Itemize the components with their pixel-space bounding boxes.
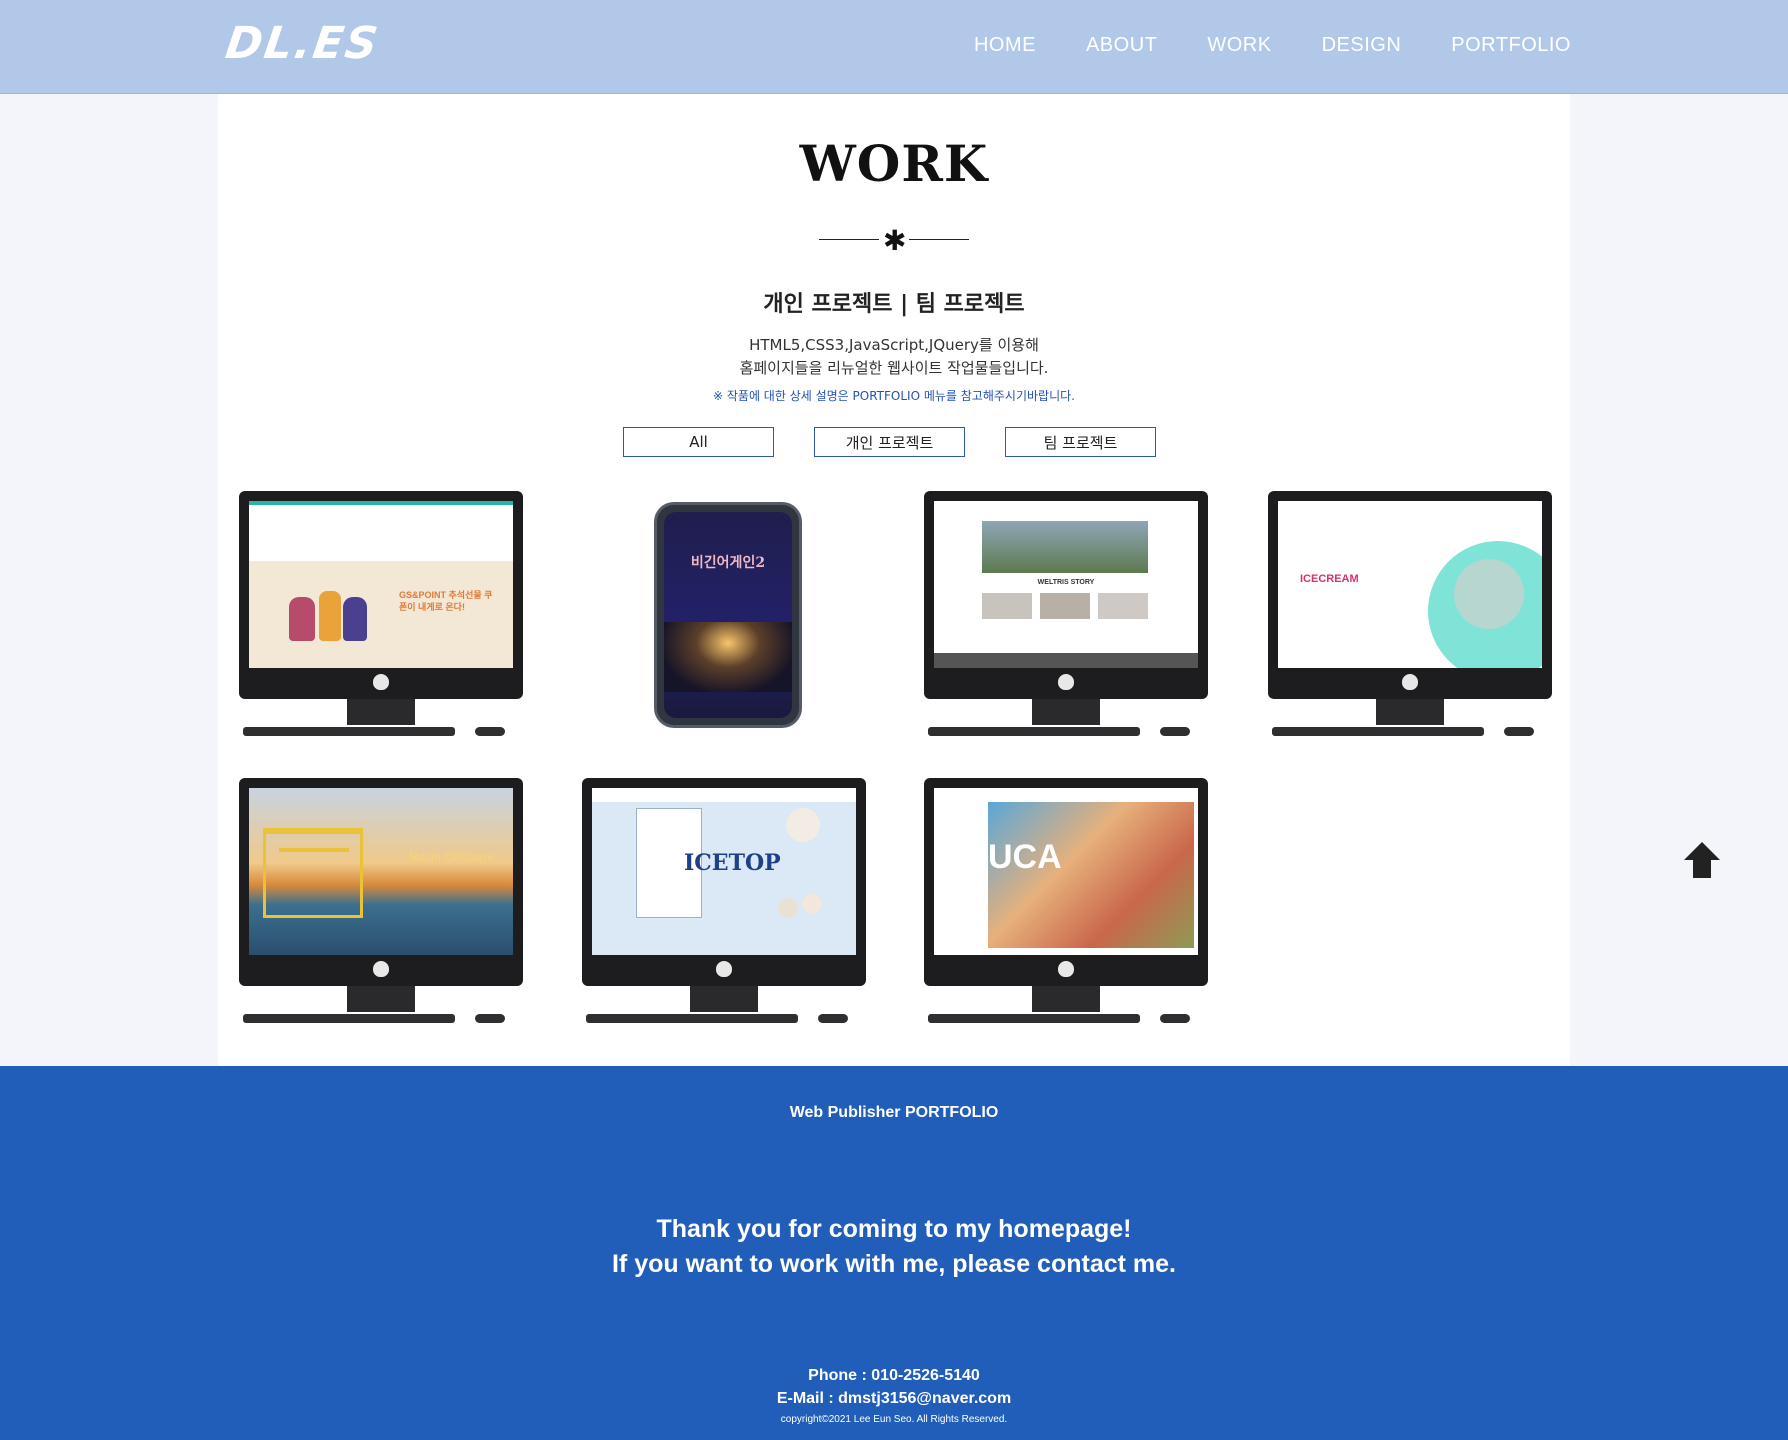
imac-stand	[1032, 986, 1100, 1012]
keyboard	[243, 1014, 455, 1023]
imac-stand	[347, 699, 415, 725]
nav-design[interactable]: DESIGN	[1322, 34, 1402, 57]
apple-logo-icon	[1402, 674, 1418, 690]
footer-message-line-2: If you want to work with me, please cont…	[611, 1250, 1176, 1278]
divider-line-right	[909, 239, 969, 240]
project-card-icecream[interactable]: ICECREAM	[1268, 491, 1552, 741]
project-screen: Marin Offshore	[249, 788, 513, 955]
project-label: GS&POINT 추석선물 쿠폰이 내게로 온다!	[399, 590, 493, 612]
apple-logo-icon	[373, 674, 389, 690]
keyboard	[586, 1014, 798, 1023]
imac-frame: Marin Offshore	[239, 778, 523, 986]
site-header: DL.ES HOME ABOUT WORK DESIGN PORTFOLIO	[0, 0, 1788, 94]
project-card-weltris[interactable]: WELTRIS STORY	[924, 491, 1208, 741]
mouse	[818, 1014, 848, 1023]
apple-logo-icon	[1058, 674, 1074, 690]
portfolio-note: ※ 작품에 대한 상세 설명은 PORTFOLIO 메뉴를 참고해주시기바랍니다…	[713, 389, 1075, 403]
footer-email[interactable]: E-Mail : dmstj3156@naver.com	[0, 1387, 1788, 1410]
project-screen: WELTRIS STORY	[934, 501, 1198, 668]
site-logo[interactable]: DL.ES	[222, 18, 382, 69]
asterisk-icon: ✱	[883, 224, 907, 257]
project-label: Marin Offshore	[409, 850, 495, 864]
filter-personal-button[interactable]: 개인 프로젝트	[814, 427, 965, 457]
mouse	[1160, 727, 1190, 736]
imac-frame: ICETOP	[582, 778, 866, 986]
imac-stand	[347, 986, 415, 1012]
footer-contact: Phone : 010-2526-5140 E-Mail : dmstj3156…	[0, 1364, 1788, 1410]
project-card-gs[interactable]: GS&POINT 추석선물 쿠폰이 내게로 온다!	[239, 491, 523, 741]
filter-buttons: All 개인 프로젝트 팀 프로젝트	[623, 427, 1156, 457]
divider-line-left	[819, 239, 879, 240]
imac-frame: WELTRIS STORY	[924, 491, 1208, 699]
project-label: ICETOP	[684, 850, 781, 876]
project-screen: ICECREAM	[1278, 501, 1542, 668]
footer-message: Thank you for coming to my homepage! If …	[0, 1212, 1788, 1282]
project-card-marin[interactable]: Marin Offshore	[239, 778, 523, 1028]
imac-frame: UCA	[924, 778, 1208, 986]
imac-stand	[1376, 699, 1444, 725]
footer-message-line-1: Thank you for coming to my homepage!	[656, 1215, 1132, 1243]
work-section: WORK ✱ 개인 프로젝트 | 팀 프로젝트 HTML5,CSS3,JavaS…	[218, 94, 1570, 1066]
project-screen: UCA	[934, 788, 1198, 955]
apple-logo-icon	[373, 961, 389, 977]
filter-team-button[interactable]: 팀 프로젝트	[1005, 427, 1156, 457]
project-card-beginagain[interactable]: 비긴어게인2	[654, 502, 802, 728]
section-title: WORK	[799, 134, 989, 193]
mouse	[475, 727, 505, 736]
project-label: WELTRIS STORY	[1037, 579, 1095, 586]
project-card-luca[interactable]: UCA	[924, 778, 1208, 1028]
mouse	[475, 1014, 505, 1023]
filter-all-button[interactable]: All	[623, 427, 774, 457]
apple-logo-icon	[716, 961, 732, 977]
scroll-to-top-button[interactable]	[1680, 838, 1724, 882]
arrow-up-icon	[1684, 842, 1720, 878]
mouse	[1504, 727, 1534, 736]
project-label: 비긴어게인2	[690, 555, 766, 571]
nav-work[interactable]: WORK	[1207, 34, 1271, 57]
section-subtitle: 개인 프로젝트 | 팀 프로젝트	[763, 292, 1025, 317]
keyboard	[928, 1014, 1140, 1023]
phone-screen: 비긴어게인2	[664, 512, 792, 718]
site-footer: Web Publisher PORTFOLIO Thank you for co…	[0, 1066, 1788, 1440]
footer-phone[interactable]: Phone : 010-2526-5140	[0, 1364, 1788, 1387]
project-screen: GS&POINT 추석선물 쿠폰이 내게로 온다!	[249, 501, 513, 668]
project-screen: ICETOP	[592, 788, 856, 955]
keyboard	[928, 727, 1140, 736]
imac-stand	[690, 986, 758, 1012]
project-label: ICECREAM	[1300, 573, 1359, 585]
main-nav: HOME ABOUT WORK DESIGN PORTFOLIO	[974, 34, 1571, 57]
mouse	[1160, 1014, 1190, 1023]
nav-about[interactable]: ABOUT	[1086, 34, 1157, 57]
imac-stand	[1032, 699, 1100, 725]
description-line-2: 홈페이지들을 리뉴얼한 웹사이트 작업물들입니다.	[739, 359, 1049, 377]
project-card-icetop[interactable]: ICETOP	[582, 778, 866, 1028]
nav-portfolio[interactable]: PORTFOLIO	[1451, 34, 1571, 57]
keyboard	[1272, 727, 1484, 736]
footer-copyright: copyright©2021 Lee Eun Seo. All Rights R…	[780, 1414, 1008, 1425]
section-description: HTML5,CSS3,JavaScript,JQuery를 이용해 홈페이지들을…	[218, 334, 1570, 380]
keyboard	[243, 727, 455, 736]
imac-frame: ICECREAM	[1268, 491, 1552, 699]
imac-frame: GS&POINT 추석선물 쿠폰이 내게로 온다!	[239, 491, 523, 699]
project-label: UCA	[988, 838, 1062, 876]
nav-home[interactable]: HOME	[974, 34, 1036, 57]
title-divider: ✱	[819, 224, 969, 257]
footer-title: Web Publisher PORTFOLIO	[789, 1104, 999, 1121]
apple-logo-icon	[1058, 961, 1074, 977]
description-line-1: HTML5,CSS3,JavaScript,JQuery를 이용해	[749, 336, 1039, 354]
